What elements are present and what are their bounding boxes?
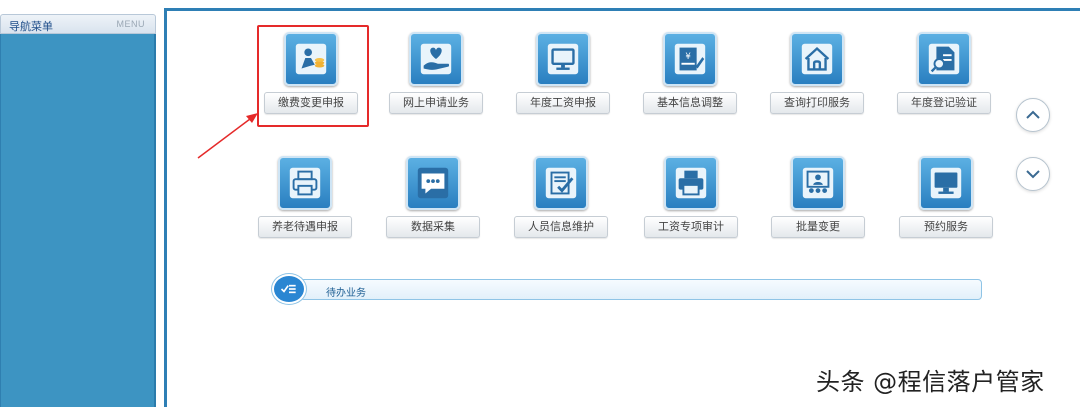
- tile-query-print-service[interactable]: 查询打印服务: [770, 32, 864, 132]
- tile-label: 基本信息调整: [643, 92, 737, 114]
- tile-batch-change[interactable]: 批量变更: [771, 156, 865, 256]
- sidebar-header: 导航菜单 MENU: [0, 14, 156, 34]
- tile-label: 批量变更: [771, 216, 865, 238]
- tile-label: 查询打印服务: [770, 92, 864, 114]
- tile-label: 网上申请业务: [389, 92, 483, 114]
- tile-label: 养老待遇申报: [258, 216, 352, 238]
- tile-appointment-service[interactable]: 预约服务: [899, 156, 993, 256]
- document-search-icon: [917, 32, 971, 86]
- checklist-icon: [272, 274, 306, 304]
- tile-basic-info-adjust[interactable]: ¥ 基本信息调整: [643, 32, 737, 132]
- tile-annual-wage-report[interactable]: 年度工资申报: [516, 32, 610, 132]
- printer-icon: [664, 156, 718, 210]
- heart-hand-icon: [409, 32, 463, 86]
- tile-online-application[interactable]: 网上申请业务: [389, 32, 483, 132]
- tile-data-collection[interactable]: 数据采集: [386, 156, 480, 256]
- sidebar-title: 导航菜单: [9, 20, 53, 33]
- tile-wage-special-audit[interactable]: 工资专项审计: [644, 156, 738, 256]
- tile-label: 年度工资申报: [516, 92, 610, 114]
- svg-text:¥: ¥: [685, 52, 691, 62]
- edit-document-icon: [534, 156, 588, 210]
- scroll-down-button[interactable]: [1016, 157, 1050, 191]
- watermark: 头条 @程信落户管家: [816, 368, 1045, 396]
- tile-label: 年度登记验证: [897, 92, 991, 114]
- monitor-icon: [536, 32, 590, 86]
- tile-label: 工资专项审计: [644, 216, 738, 238]
- chat-bubble-icon: [406, 156, 460, 210]
- tile-label: 数据采集: [386, 216, 480, 238]
- sidebar: 导航菜单 MENU: [0, 0, 158, 407]
- printer-icon: [278, 156, 332, 210]
- tile-personnel-info-maintenance[interactable]: 人员信息维护: [514, 156, 608, 256]
- presentation-icon: [791, 156, 845, 210]
- monitor-icon: [919, 156, 973, 210]
- yen-card-icon: ¥: [663, 32, 717, 86]
- sidebar-nav-panel: [0, 34, 156, 407]
- pending-tasks-bar[interactable]: [300, 279, 982, 300]
- tile-label: 人员信息维护: [514, 216, 608, 238]
- arrow-annotation-icon: [197, 113, 258, 159]
- tile-label: 预约服务: [899, 216, 993, 238]
- scroll-up-button[interactable]: [1016, 98, 1050, 132]
- highlight-box: [257, 25, 369, 127]
- tile-pension-benefit-report[interactable]: 养老待遇申报: [258, 156, 352, 256]
- tile-annual-registration-verify[interactable]: 年度登记验证: [897, 32, 991, 132]
- chevron-down-icon: [1026, 170, 1040, 179]
- house-icon: [790, 32, 844, 86]
- chevron-up-icon: [1026, 110, 1040, 119]
- pending-tasks-label: 待办业务: [326, 288, 366, 299]
- sidebar-menu-tag: MENU: [116, 19, 145, 29]
